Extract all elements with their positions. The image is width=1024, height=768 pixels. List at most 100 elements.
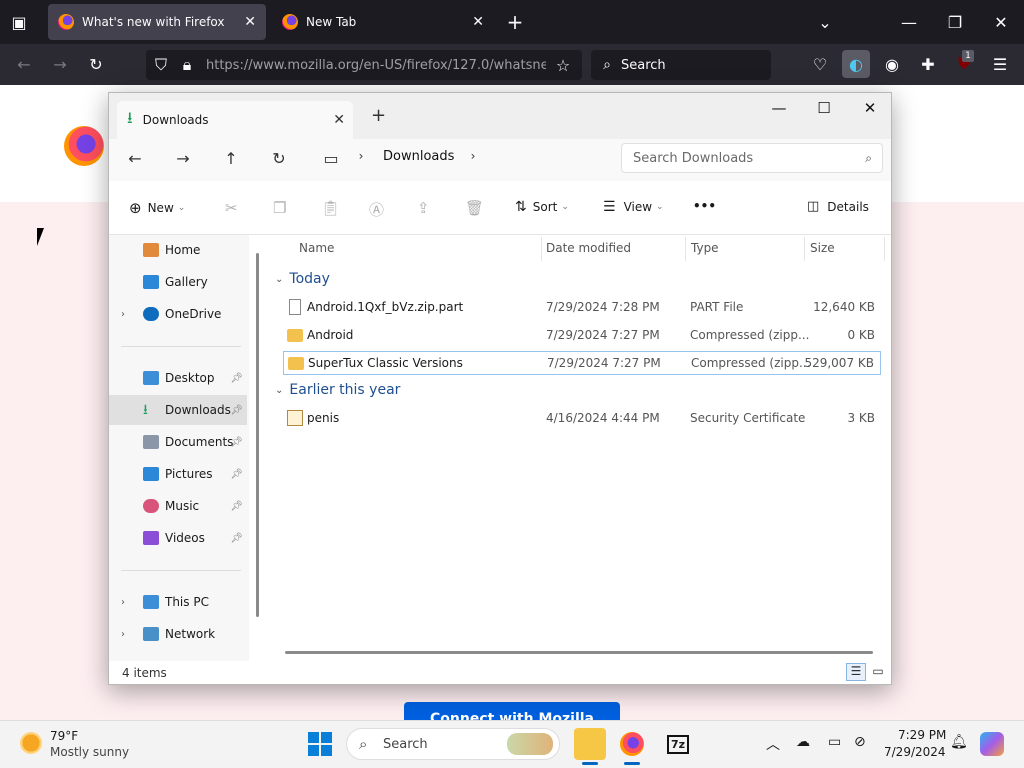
new-button[interactable]: ⊕ New ⌄ — [129, 199, 185, 217]
extension-active-icon[interactable]: ◐ — [842, 50, 870, 78]
group-header-today[interactable]: ⌄ Today — [275, 271, 330, 287]
expand-chevron-icon[interactable]: › — [121, 309, 125, 320]
file-row-selected[interactable]: SuperTux Classic Versions 7/29/2024 7:27… — [283, 351, 881, 375]
tab-whats-new[interactable]: What's new with Firefox ✕ — [48, 4, 266, 40]
explorer-back-arrow-icon[interactable]: ← — [123, 149, 147, 168]
reload-icon[interactable]: ↻ — [86, 54, 106, 74]
pin-icon[interactable]: 📌︎ — [230, 373, 243, 384]
delete-icon[interactable]: 🗑︎ — [465, 199, 484, 217]
display-icon[interactable]: ▭ — [828, 734, 841, 750]
firefox-taskbar-icon[interactable] — [616, 728, 648, 760]
cut-icon[interactable]: ✂ — [225, 199, 238, 217]
network-status-icon[interactable]: ⊘ — [854, 734, 866, 750]
minimize-button[interactable]: — — [898, 12, 920, 32]
rename-icon[interactable]: Ⓐ — [369, 199, 384, 220]
explorer-tab-downloads[interactable]: ⭳ Downloads ✕ — [117, 101, 353, 139]
onedrive-offline-icon[interactable]: ☁ — [796, 734, 810, 750]
sidebar-scrollbar[interactable] — [256, 253, 259, 617]
forward-arrow-icon[interactable]: → — [50, 54, 70, 74]
sidebar-item-gallery[interactable]: Gallery — [109, 267, 247, 297]
close-icon[interactable]: ✕ — [472, 14, 484, 30]
notification-bell-icon[interactable]: 🔔︎ — [950, 734, 968, 750]
account-icon[interactable]: ◉ — [882, 54, 902, 74]
url-text[interactable]: https://www.mozilla.org/en-US/firefox/12… — [206, 58, 546, 73]
tiles-view-icon[interactable]: ▭ — [868, 663, 888, 681]
sidebar-item-this-pc[interactable]: › This PC — [109, 587, 247, 617]
view-button[interactable]: ☰ View ⌄ — [603, 199, 664, 215]
collapse-chevron-icon[interactable]: ⌄ — [275, 385, 283, 396]
sidebar-item-onedrive[interactable]: › OneDrive — [109, 299, 247, 329]
file-row[interactable]: Android.1Qxf_bVz.zip.part 7/29/2024 7:28… — [283, 295, 881, 319]
close-window-button[interactable]: ✕ — [990, 12, 1012, 32]
column-header-size[interactable]: Size — [810, 241, 835, 255]
clock-date[interactable]: 7/29/2024 — [884, 745, 946, 759]
file-explorer-taskbar-icon[interactable] — [574, 728, 606, 760]
close-icon[interactable]: ✕ — [333, 112, 345, 128]
this-pc-monitor-icon[interactable]: ▭ — [319, 149, 343, 168]
weather-sun-icon[interactable] — [20, 732, 42, 754]
weather-temp[interactable]: 79°F — [50, 729, 78, 743]
expand-chevron-icon[interactable]: › — [121, 597, 125, 608]
pocket-icon[interactable]: ♡ — [810, 54, 830, 74]
details-pane-button[interactable]: ◫ Details — [807, 199, 869, 214]
column-divider[interactable] — [685, 237, 686, 261]
breadcrumb-downloads[interactable]: Downloads — [383, 149, 454, 164]
sidebar-item-documents[interactable]: Documents 📌︎ — [109, 427, 247, 457]
file-row[interactable]: Android 7/29/2024 7:27 PM Compressed (zi… — [283, 323, 881, 347]
paste-icon[interactable]: 📋︎ — [321, 199, 340, 217]
explorer-new-tab-button[interactable]: + — [371, 105, 386, 126]
pin-icon[interactable]: 📌︎ — [230, 501, 243, 512]
new-tab-button[interactable]: + — [504, 10, 526, 34]
breadcrumb-chevron-icon[interactable]: › — [461, 149, 485, 163]
breadcrumb-chevron-icon[interactable]: › — [349, 149, 373, 163]
lock-icon[interactable]: 🔒︎ — [178, 55, 196, 74]
restore-button[interactable]: ❐ — [944, 12, 966, 32]
weather-description[interactable]: Mostly sunny — [50, 745, 129, 759]
column-header-name[interactable]: Name — [299, 241, 334, 255]
explorer-close-button[interactable]: ✕ — [855, 99, 885, 117]
pin-icon[interactable]: 📌︎ — [230, 533, 243, 544]
7zip-taskbar-icon[interactable]: 7z — [662, 728, 694, 760]
pin-icon[interactable]: 📌︎ — [230, 405, 243, 416]
column-header-type[interactable]: Type — [691, 241, 719, 255]
back-arrow-icon[interactable]: ← — [14, 54, 34, 74]
group-header-earlier-this-year[interactable]: ⌄ Earlier this year — [275, 382, 400, 398]
pin-icon[interactable]: 📌︎ — [230, 469, 243, 480]
tab-new-tab[interactable]: New Tab ✕ — [272, 4, 494, 40]
expand-chevron-icon[interactable]: › — [121, 629, 125, 640]
column-header-date-modified[interactable]: Date modified — [546, 241, 631, 255]
close-icon[interactable]: ✕ — [244, 14, 256, 30]
file-row[interactable]: penis 4/16/2024 4:44 PM Security Certifi… — [283, 406, 881, 430]
copy-icon[interactable]: ❐ — [273, 199, 286, 217]
shield-icon[interactable]: ⛉ — [152, 55, 170, 74]
sidebar-item-downloads[interactable]: ⭳ Downloads 📌︎ — [109, 395, 247, 425]
sidebar-item-home[interactable]: Home — [109, 235, 247, 265]
pin-icon[interactable]: 📌︎ — [230, 437, 243, 448]
sort-button[interactable]: ⇅ Sort ⌄ — [515, 199, 569, 215]
url-bar[interactable]: ⛉ 🔒︎ https://www.mozilla.org/en-US/firef… — [146, 50, 582, 80]
column-divider[interactable] — [804, 237, 805, 261]
clock-time[interactable]: 7:29 PM — [898, 728, 946, 742]
extensions-puzzle-icon[interactable]: ✚ — [918, 54, 938, 74]
sidebar-item-pictures[interactable]: Pictures 📌︎ — [109, 459, 247, 489]
tab-overview-icon[interactable]: ▣ — [8, 12, 30, 32]
menu-hamburger-icon[interactable]: ☰ — [990, 54, 1010, 74]
column-divider[interactable] — [884, 237, 885, 261]
show-hidden-icons-chevron-icon[interactable]: ︿ — [766, 734, 780, 754]
connect-with-mozilla-button[interactable]: Connect with Mozilla — [404, 702, 620, 722]
explorer-maximize-button[interactable]: ☐ — [809, 99, 839, 117]
more-options-button[interactable]: ••• — [693, 199, 716, 213]
explorer-forward-arrow-icon[interactable]: → — [171, 149, 195, 168]
explorer-search-input[interactable]: Search Downloads ⌕ — [621, 143, 883, 173]
bookmark-star-icon[interactable]: ☆ — [554, 56, 572, 75]
explorer-refresh-icon[interactable]: ↻ — [267, 149, 291, 168]
collapse-chevron-icon[interactable]: ⌄ — [275, 274, 283, 285]
share-icon[interactable]: ⇪ — [417, 199, 430, 217]
sidebar-item-desktop[interactable]: Desktop 📌︎ — [109, 363, 247, 393]
details-view-icon[interactable]: ☰ — [846, 663, 866, 681]
explorer-minimize-button[interactable]: — — [764, 99, 794, 117]
sidebar-item-music[interactable]: Music 📌︎ — [109, 491, 247, 521]
start-windows-icon[interactable] — [308, 732, 332, 756]
horizontal-scrollbar[interactable] — [285, 651, 873, 654]
list-tabs-chevron-icon[interactable]: ⌄ — [814, 12, 836, 32]
